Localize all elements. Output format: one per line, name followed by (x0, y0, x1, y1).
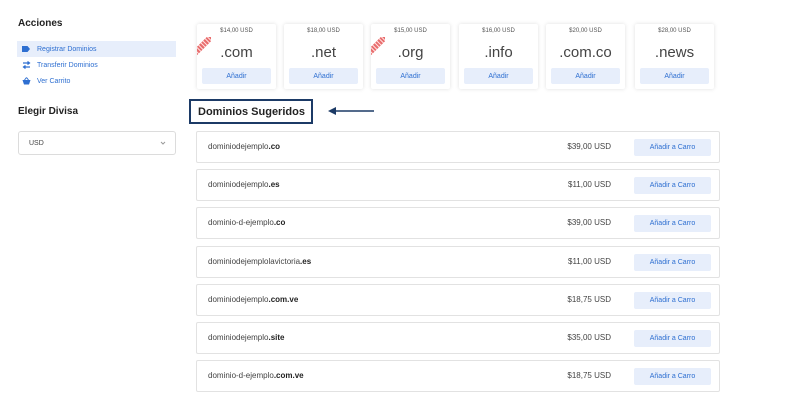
domain-price: $18,75 USD (567, 295, 611, 304)
domain-name: dominiodejemplo.co (208, 142, 281, 151)
tld-add-button[interactable]: Añadir (289, 68, 358, 84)
tld-price: $20,00 USD (569, 28, 602, 34)
currency-select[interactable]: USD (18, 131, 176, 155)
action-ver-carrito[interactable]: Ver Carrito (17, 73, 176, 89)
suggestion-row: dominio-d-ejemplo.com.ve $18,75 USD Añad… (196, 360, 720, 392)
tld-price: $15,00 USD (394, 28, 427, 34)
add-to-cart-button[interactable]: Añadir a Carro (634, 215, 711, 232)
domain-price: $39,00 USD (567, 142, 611, 151)
domain-name: dominiodejemplo.es (208, 180, 280, 189)
tld-price: $14,00 USD (220, 28, 253, 34)
cart-icon (21, 76, 31, 86)
action-registrar-dominios[interactable]: Registrar Dominios (17, 41, 176, 57)
currency-value: USD (29, 139, 44, 147)
suggestion-row: dominiodejemplo.com.ve $18,75 USD Añadir… (196, 284, 720, 316)
tld-name: .com.co (559, 44, 612, 61)
add-to-cart-button[interactable]: Añadir a Carro (634, 139, 711, 156)
action-transferir-dominios[interactable]: Transferir Dominios (17, 57, 176, 73)
arrow-left-icon (328, 107, 374, 115)
tld-price: $28,00 USD (658, 28, 691, 34)
tld-add-button[interactable]: Añadir (551, 68, 620, 84)
tld-price: $16,00 USD (482, 28, 515, 34)
add-to-cart-button[interactable]: Añadir a Carro (634, 177, 711, 194)
tld-name: .net (310, 44, 337, 61)
tld-name: .org (397, 44, 424, 61)
acciones-title: Acciones (18, 18, 63, 29)
tld-name: .news (654, 44, 695, 61)
tld-add-button[interactable]: Añadir (640, 68, 709, 84)
chevron-down-icon (159, 139, 167, 147)
suggestion-row: dominiodejemplolavictoria.es $11,00 USD … (196, 246, 720, 278)
action-label: Transferir Dominios (37, 61, 98, 69)
tld-card: $20,00 USD .com.co Añadir (546, 24, 625, 89)
action-label: Ver Carrito (37, 77, 71, 85)
domain-price: $18,75 USD (567, 371, 611, 380)
tld-card: $18,00 USD .net Añadir (284, 24, 363, 89)
tld-name: .com (220, 44, 253, 61)
transfer-icon (21, 60, 31, 70)
tld-card: $16,00 USD .info Añadir (459, 24, 538, 89)
tld-name: .info (484, 44, 513, 61)
suggested-domains-heading: Dominios Sugeridos (189, 99, 313, 124)
tld-card: $14,00 USD .com Añadir (197, 24, 276, 89)
tld-add-button[interactable]: Añadir (464, 68, 533, 84)
sidebar: Acciones Registrar Dominios Transferir D… (0, 0, 190, 400)
domain-price: $11,00 USD (568, 180, 611, 189)
tld-card: $15,00 USD .org Añadir (371, 24, 450, 89)
domain-name: dominio-d-ejemplo.com.ve (208, 371, 304, 380)
tld-card: $28,00 USD .news Añadir (635, 24, 714, 89)
tag-icon (21, 44, 31, 54)
tld-add-button[interactable]: Añadir (202, 68, 271, 84)
domain-name: dominiodejemplo.site (208, 333, 285, 342)
suggestion-row: dominiodejemplo.es $11,00 USD Añadir a C… (196, 169, 720, 201)
divisa-title: Elegir Divisa (18, 106, 79, 117)
suggestion-row: dominio-d-ejemplo.co $39,00 USD Añadir a… (196, 207, 720, 239)
domain-name: dominiodejemplolavictoria.es (208, 257, 312, 266)
suggestion-row: dominiodejemplo.site $35,00 USD Añadir a… (196, 322, 720, 354)
add-to-cart-button[interactable]: Añadir a Carro (634, 292, 711, 309)
domain-price: $39,00 USD (567, 218, 611, 227)
action-label: Registrar Dominios (37, 45, 97, 53)
domain-price: $35,00 USD (567, 333, 611, 342)
tld-add-button[interactable]: Añadir (376, 68, 445, 84)
tld-price: $18,00 USD (307, 28, 340, 34)
suggestion-row: dominiodejemplo.co $39,00 USD Añadir a C… (196, 131, 720, 163)
domain-name: dominiodejemplo.com.ve (208, 295, 299, 304)
add-to-cart-button[interactable]: Añadir a Carro (634, 330, 711, 347)
domain-price: $11,00 USD (568, 257, 611, 266)
add-to-cart-button[interactable]: Añadir a Carro (634, 368, 711, 385)
add-to-cart-button[interactable]: Añadir a Carro (634, 254, 711, 271)
domain-name: dominio-d-ejemplo.co (208, 218, 286, 227)
